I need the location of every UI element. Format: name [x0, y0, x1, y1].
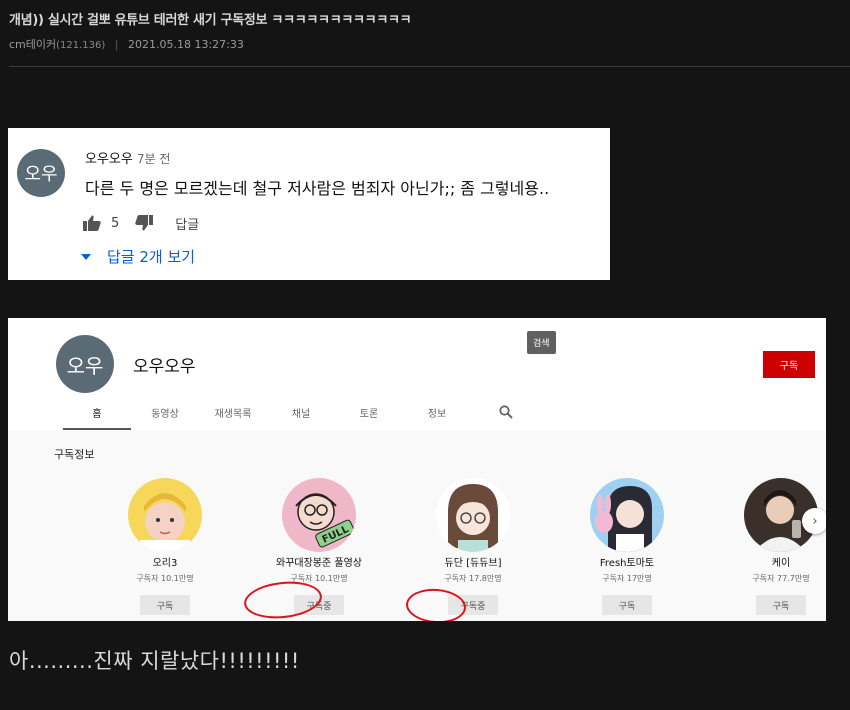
subscription-name[interactable]: Fresh토마토 [600, 554, 654, 569]
tab-playlists[interactable]: 재생목록 [199, 405, 267, 430]
comment-avatar: 오우 [17, 149, 65, 197]
subscription-name[interactable]: 케이 [772, 554, 790, 569]
channel-thumbnail[interactable] [590, 478, 664, 552]
tab-about[interactable]: 정보 [403, 405, 471, 430]
caret-down-icon [81, 253, 91, 260]
subscription-name[interactable]: 듀단 [듀듀브] [445, 554, 502, 569]
comment-time: 7분 전 [136, 152, 171, 166]
like-count: 5 [111, 215, 120, 231]
post-author[interactable]: cm테이커 [9, 38, 56, 51]
subscription-card: Fresh토마토 구독자 17만명 구독 [550, 478, 704, 615]
comment-author: 오우오우 [85, 152, 133, 167]
subscribe-toggle-button[interactable]: 구독 [756, 595, 806, 615]
comment-actions: 5 답글 [83, 212, 199, 234]
channel-thumbnail[interactable]: FULL [282, 478, 356, 552]
subscriber-count: 구독자 10.1만명 [136, 574, 194, 583]
tab-videos[interactable]: 동영상 [131, 405, 199, 430]
tab-discussion[interactable]: 토론 [335, 405, 403, 430]
search-icon[interactable] [499, 404, 513, 423]
subscriber-count: 구독자 77.7만명 [752, 574, 810, 583]
channel-thumbnail[interactable] [128, 478, 202, 552]
channel-screenshot: 오우 오우오우 검색 구독 홈 동영상 재생목록 채널 토론 정보 구독정보 오… [8, 318, 826, 621]
post-body: 아.........진짜 지랄났다!!!!!!!!! [9, 649, 300, 673]
section-title: 구독정보 [54, 448, 95, 461]
tab-channels[interactable]: 채널 [267, 405, 335, 430]
search-tooltip: 검색 [527, 331, 556, 354]
subscribe-toggle-button[interactable]: 구독 [140, 595, 190, 615]
channel-avatar: 오우 [56, 335, 114, 393]
subscription-name[interactable]: 와꾸대장봉준 풀영상 [276, 554, 362, 569]
subscribe-button[interactable]: 구독 [763, 351, 815, 378]
channel-tabs: 홈 동영상 재생목록 채널 토론 정보 [63, 405, 471, 430]
subscription-card: 케이 구독자 77.7만명 구독 [704, 478, 826, 615]
tab-home[interactable]: 홈 [63, 405, 131, 430]
subscription-name[interactable]: 오리3 [153, 554, 178, 569]
channel-thumbnail[interactable] [436, 478, 510, 552]
view-replies-label: 답글 2개 보기 [107, 248, 196, 266]
header-divider [9, 66, 850, 67]
subscriber-count: 구독자 17.8만명 [444, 574, 502, 583]
comment-author-line: 오우오우 7분 전 [85, 148, 170, 167]
view-replies-button[interactable]: 답글 2개 보기 [81, 246, 195, 267]
subscriber-count: 구독자 17만명 [602, 574, 652, 583]
subscribe-toggle-button[interactable]: 구독 [602, 595, 652, 615]
channel-name: 오우오우 [133, 357, 196, 377]
post-datetime: 2021.05.18 13:27:33 [128, 38, 244, 51]
post-title: 개념)) 실시간 걸뽀 유튜브 테러한 새기 구독정보 ㅋㅋㅋㅋㅋㅋㅋㅋㅋㅋㅋㅋ [9, 13, 412, 28]
comment-screenshot: 오우 오우오우 7분 전 다른 두 명은 모르겠는데 철구 저사람은 범죄자 아닌… [8, 128, 610, 280]
comment-text: 다른 두 명은 모르겠는데 철구 저사람은 범죄자 아닌가;; 좀 그렇네용.. [85, 179, 550, 198]
thumbs-up-icon [83, 215, 101, 231]
thumbs-down-icon [135, 215, 154, 231]
post-meta: cm테이커(121.136) | 2021.05.18 13:27:33 [9, 36, 244, 52]
chevron-right-icon[interactable]: › [802, 508, 826, 534]
reply-button[interactable]: 답글 [175, 214, 199, 233]
meta-separator: | [114, 38, 119, 51]
subscription-card: 오리3 구독자 10.1만명 구독 [88, 478, 242, 615]
post-author-ip: (121.136) [56, 40, 106, 51]
